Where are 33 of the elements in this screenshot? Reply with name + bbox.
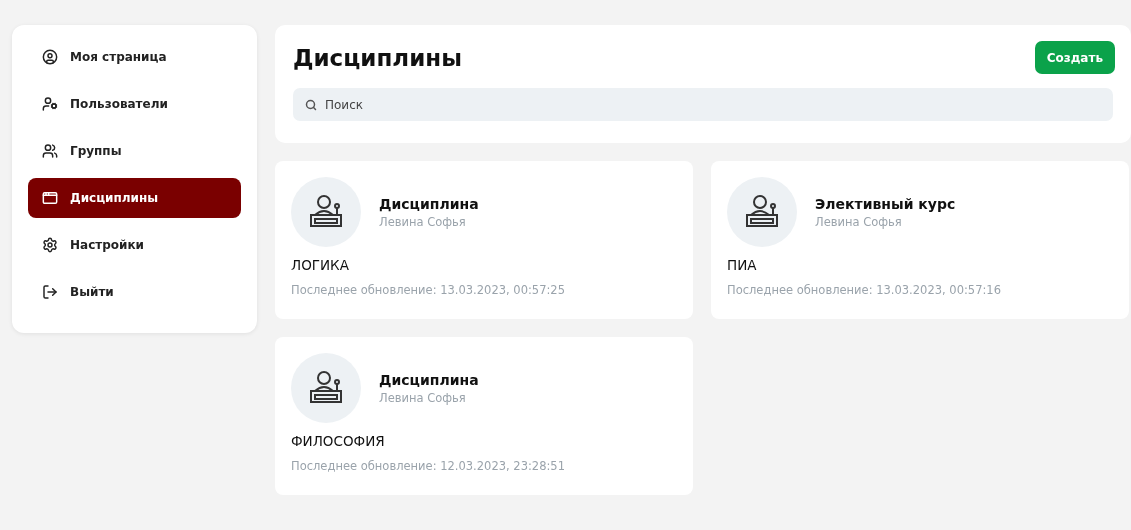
sidebar-item[interactable]: Моя страница — [28, 37, 241, 77]
course-card[interactable]: Дисциплина Левина Софья ЛОГИКА Последнее обновление: 13.03.2023, 00:57:25 — [275, 161, 693, 319]
teacher-avatar-icon — [291, 353, 361, 423]
last-updated: Последнее обновление: 13.03.2023, 00:57:25 — [291, 283, 566, 297]
users-icon — [42, 96, 58, 112]
course-type: Дисциплина — [379, 195, 479, 212]
course-author: Левина Софья — [379, 390, 467, 405]
course-card[interactable]: Элективный курс Левина Софья ПИА Последнее обновление: 13.03.2023, 00:57:16 — [711, 161, 1129, 319]
sidebar-item[interactable]: Настройки — [28, 225, 241, 265]
logout-icon — [42, 284, 58, 300]
user-circle-icon — [42, 49, 58, 65]
teacher-avatar-icon — [291, 177, 361, 247]
sidebar-item[interactable]: Пользователи — [28, 84, 241, 124]
course-card[interactable]: Дисциплина Левина Софья ФИЛОСОФИЯ Последнее обновление: 12.03.2023, 23:28:51 — [275, 337, 693, 495]
course-author: Левина Софья — [815, 214, 903, 229]
window-icon — [42, 190, 58, 206]
course-name: ФИЛОСОФИЯ — [291, 433, 386, 449]
last-updated: Последнее обновление: 12.03.2023, 23:28:51 — [291, 459, 566, 473]
page-title: Дисциплины — [293, 44, 462, 71]
course-name: ЛОГИКА — [291, 257, 350, 273]
search-field[interactable]: Поиск — [293, 88, 1113, 121]
course-type: Дисциплина — [379, 371, 479, 388]
teacher-avatar-icon — [727, 177, 797, 247]
sidebar-item[interactable]: Выйти — [28, 272, 241, 312]
group-icon — [42, 143, 58, 159]
last-updated: Последнее обновление: 13.03.2023, 00:57:16 — [727, 283, 1002, 297]
sidebar-item[interactable]: Дисциплины — [28, 178, 241, 218]
course-name: ПИА — [727, 257, 758, 273]
settings-icon — [42, 237, 58, 253]
search-icon — [305, 99, 317, 111]
sidebar-item[interactable]: Группы — [28, 131, 241, 171]
course-author: Левина Софья — [379, 214, 467, 229]
course-type: Элективный курс — [815, 195, 956, 212]
